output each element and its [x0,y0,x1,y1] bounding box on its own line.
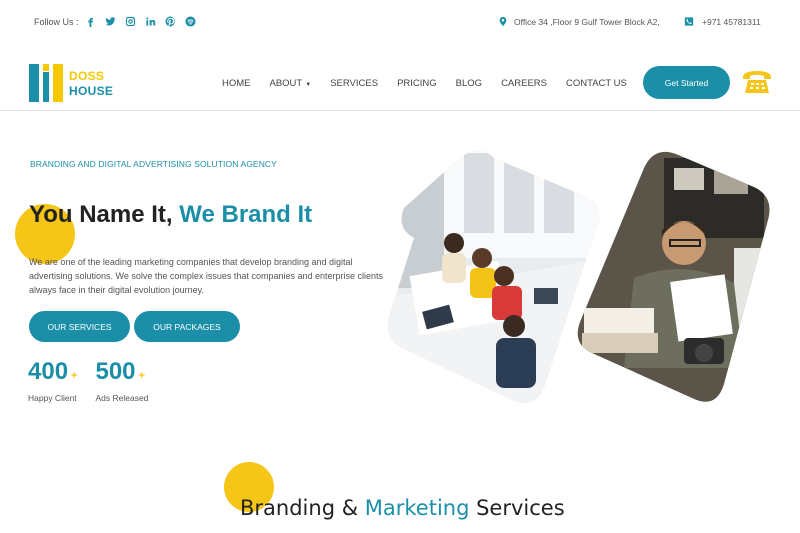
follow-us-label: Follow Us : [34,17,79,27]
section-title-part1: Branding & [240,496,365,520]
contact-phone[interactable]: +971 45781311 [684,16,761,27]
nav-about-label: ABOUT [269,78,303,89]
phone-text: +971 45781311 [702,16,761,27]
stat-label: Happy Client [28,393,77,403]
stats: 400 + Happy Client 500 + Ads Released [28,358,166,403]
top-bar: Follow Us : Office 34 ,Floor 9 Gulf Towe… [0,0,800,46]
team-meeting-photo [387,150,600,404]
section-title-accent: Marketing [364,496,470,520]
hero-title: You Name It, We Brand It [29,201,312,229]
nav-services[interactable]: SERVICES [330,78,378,89]
nav-contact-us[interactable]: CONTACT US [566,78,627,89]
our-services-button[interactable]: OUR SERVICES [29,311,130,342]
map-pin-icon [499,16,507,27]
plus-icon: + [71,370,78,382]
office-address: Office 34 ,Floor 9 Gulf Tower Block A2, [498,16,660,27]
stat-label: Ads Released [95,393,149,403]
section-title-part3: Services [469,496,565,520]
caret-down-icon: ▼ [305,82,312,88]
nav-pricing[interactable]: PRICING [397,78,437,89]
site-header: DOSS HOUSE HOME ABOUT ▼ SERVICES PRICING … [0,46,800,111]
hero-tagline: BRANDING AND DIGITAL ADVERTISING SOLUTIO… [30,159,277,169]
social-links [84,14,197,28]
hero-buttons: OUR SERVICES OUR PACKAGES [29,311,240,342]
nav-home[interactable]: HOME [222,78,251,89]
nav-about[interactable]: ABOUT ▼ [270,78,312,89]
logo-text-doss: DOSS [69,69,105,83]
twitter-icon[interactable] [104,14,117,28]
stat-happy-client: 400 + Happy Client [28,358,77,403]
hero-title-part1: You Name It, [29,201,180,228]
hero-title-accent: We Brand It [179,201,313,228]
our-packages-button[interactable]: OUR PACKAGES [134,311,240,342]
stat-value: 500 [95,358,136,385]
get-started-button[interactable]: Get Started [643,66,730,99]
nav-blog[interactable]: BLOG [456,78,482,89]
plus-icon: + [138,370,145,382]
instagram-icon[interactable] [124,14,137,28]
logo-text-house: HOUSE [69,84,114,98]
skype-icon[interactable] [184,14,197,28]
hero-description: We are one of the leading marketing comp… [29,257,384,295]
phone-icon [684,17,694,26]
logo[interactable]: DOSS HOUSE [29,64,119,102]
designer-photo [577,151,770,402]
address-text: Office 34 ,Floor 9 Gulf Tower Block A2, [514,16,660,27]
section-title: Branding & Marketing Services [240,496,565,520]
linkedin-icon[interactable] [144,14,157,28]
pinterest-icon[interactable] [164,14,177,28]
stat-ads-released: 500 + Ads Released [95,358,148,403]
telephone-icon[interactable] [741,68,773,96]
nav-careers[interactable]: CAREERS [501,78,547,89]
stat-value: 400 [28,358,69,385]
main-nav: HOME ABOUT ▼ SERVICES PRICING BLOG CAREER… [222,78,646,89]
facebook-icon[interactable] [84,14,97,28]
